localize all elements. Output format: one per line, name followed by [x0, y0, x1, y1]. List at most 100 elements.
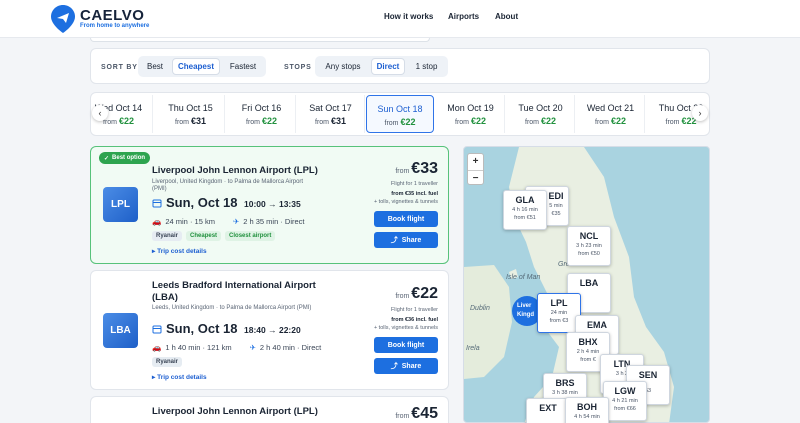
date-cell[interactable]: Fri Oct 16 from €22: [228, 95, 296, 133]
stops-option-one-stop[interactable]: 1 stop: [408, 58, 445, 75]
price-from: from: [395, 413, 410, 420]
zoom-in-button[interactable]: +: [468, 154, 483, 171]
date-cell[interactable]: Tue Oct 20 from €22: [507, 95, 575, 133]
airport-name: Leeds Bradford International Airport (LB…: [152, 280, 316, 303]
pin-duration: 3 h 23 min: [576, 243, 602, 249]
trip-cost-details-link[interactable]: ▸ Trip cost details: [152, 247, 207, 255]
price-value: €22: [411, 285, 438, 302]
stops-segmented-control: Any stops Direct 1 stop: [315, 56, 448, 77]
date-carousel: Wed Oct 14 from €22 Thu Oct 15 from €31 …: [90, 92, 710, 136]
date-cell[interactable]: Wed Oct 21 from €22: [577, 95, 645, 133]
date-label: Thu Oct 15: [168, 103, 213, 113]
result-card[interactable]: Liverpool John Lennon Airport (LPL) from…: [90, 396, 449, 423]
car-icon: 🚗: [152, 217, 162, 226]
map-pin-ncl[interactable]: NCL 3 h 23 min from €50: [567, 226, 611, 266]
check-icon: ✓: [104, 155, 110, 162]
price-extra: + tolls, vignettes & tunnels: [373, 199, 438, 205]
result-card-best[interactable]: ✓ Best option LPL Liverpool John Lennon A…: [90, 146, 449, 264]
sort-option-fastest[interactable]: Fastest: [223, 58, 263, 75]
sort-option-best[interactable]: Best: [141, 58, 169, 75]
airport-name: Liverpool John Lennon Airport (LPL): [152, 165, 318, 176]
stops-option-any[interactable]: Any stops: [318, 58, 368, 75]
pin-duration: 3 h 38 min: [552, 390, 578, 396]
dates-prev-arrow-icon[interactable]: ‹: [92, 105, 108, 121]
trip-cost-details-link[interactable]: ▸ Trip cost details: [152, 373, 207, 381]
search-panel-edge: [90, 38, 430, 42]
pin-price: from €51: [514, 215, 536, 221]
price-incl-text: from €36 incl. fuel: [391, 317, 438, 323]
result-card[interactable]: LBA Leeds Bradford International Airport…: [90, 270, 449, 390]
nav-how-it-works[interactable]: How it works: [384, 12, 433, 21]
date-price: €22: [470, 116, 486, 126]
pin-code: BOH: [577, 402, 597, 412]
price: from €33: [395, 160, 438, 178]
filter-bar: SORT BY Best Cheapest Fastest STOPS Any …: [90, 48, 710, 84]
stops-option-direct[interactable]: Direct: [371, 58, 405, 75]
date-cell[interactable]: Thu Oct 15 from €31: [157, 95, 225, 133]
drive-info: 1 h 40 min · 121 km: [165, 343, 232, 352]
price-note: Flight for 1 traveller: [390, 181, 438, 187]
nav-about[interactable]: About: [495, 12, 518, 21]
car-icon: 🚗: [152, 343, 162, 352]
share-button[interactable]: ⤴ Share: [374, 358, 438, 374]
price-extra: + tolls, vignettes & tunnels: [373, 325, 438, 331]
nav-airports[interactable]: Airports: [448, 12, 479, 21]
date-from: from: [175, 119, 189, 126]
plane-icon: ✈: [249, 343, 256, 352]
map-label-isle-of-man: Isle of Man: [506, 274, 541, 281]
sort-label: SORT BY: [101, 64, 138, 71]
airport-code-tile: LBA: [103, 313, 138, 348]
pin-price: from €3: [549, 318, 569, 324]
price-incl-text: from €35 incl. fuel: [391, 191, 438, 197]
result-tags: Ryanair: [152, 357, 183, 367]
stops-label: STOPS: [284, 64, 312, 71]
date-label: Tue Oct 20: [518, 103, 563, 113]
date-cell[interactable]: Mon Oct 19 from €22: [437, 95, 505, 133]
price: from €45: [395, 405, 438, 423]
flight-info: 2 h 35 min · Direct: [243, 217, 305, 226]
trip-cost-label: Trip cost details: [157, 248, 207, 255]
book-flight-button[interactable]: Book flight: [374, 337, 438, 353]
date-cell[interactable]: Sat Oct 17 from €31: [297, 95, 365, 133]
date-cell-selected[interactable]: Sun Oct 18 from €22: [366, 95, 434, 133]
map-pin-boh[interactable]: BOH 4 h 54 min: [565, 397, 609, 423]
calendar-icon: [152, 325, 162, 333]
departure-date: Sun, Oct 18: [152, 321, 238, 336]
price-value: €33: [411, 160, 438, 177]
brand-tagline: From home to anywhere: [80, 23, 150, 29]
pin-price: from €50: [578, 251, 600, 257]
zoom-out-button[interactable]: −: [468, 171, 483, 187]
date-price: €22: [261, 116, 277, 126]
trip-meta: 🚗 1 h 40 min · 121 km ✈ 2 h 40 min · Dire…: [152, 343, 321, 352]
flight-times: 10:00 → 13:35: [244, 199, 301, 209]
plane-icon: ✈: [232, 217, 240, 226]
sort-option-cheapest[interactable]: Cheapest: [172, 58, 220, 75]
logo-pin-icon[interactable]: [51, 5, 75, 33]
departure-date: Sun, Oct 18: [152, 195, 238, 210]
book-flight-button[interactable]: Book flight: [374, 211, 438, 227]
dates-next-arrow-icon[interactable]: ›: [692, 105, 708, 121]
map-pin-gla[interactable]: GLA 4 h 16 min from €51: [503, 190, 547, 230]
date-from: from: [525, 119, 539, 126]
brand-name[interactable]: CAELVO: [80, 7, 144, 24]
share-button[interactable]: ⤴ Share: [374, 232, 438, 248]
price-from: from: [395, 168, 410, 175]
airport-route: Leeds, United Kingdom · to Palma de Mall…: [152, 305, 312, 311]
best-option-badge: ✓ Best option: [99, 152, 151, 164]
airport-name: Liverpool John Lennon Airport (LPL): [152, 406, 318, 417]
pin-code: EXT: [539, 403, 557, 413]
date-price: €22: [540, 116, 556, 126]
drive-info: 24 min · 15 km: [165, 217, 215, 226]
date-price: €31: [330, 116, 346, 126]
price: from €22: [395, 285, 438, 303]
map-pin-ext[interactable]: EXT: [526, 398, 570, 423]
price-incl: from €36 incl. fuel: [328, 317, 438, 324]
top-header: CAELVO From home to anywhere How it work…: [0, 0, 800, 38]
date-price: €31: [190, 116, 206, 126]
pin-duration: 4 h 21 min: [612, 398, 638, 404]
price-value: €45: [411, 405, 438, 422]
map-pin-lgw[interactable]: LGW 4 h 21 min from €66: [603, 381, 647, 421]
pin-code: NCL: [579, 231, 599, 241]
pin-duration: 4 h 54 min: [574, 414, 600, 420]
date-label: Sat Oct 17: [309, 103, 352, 113]
